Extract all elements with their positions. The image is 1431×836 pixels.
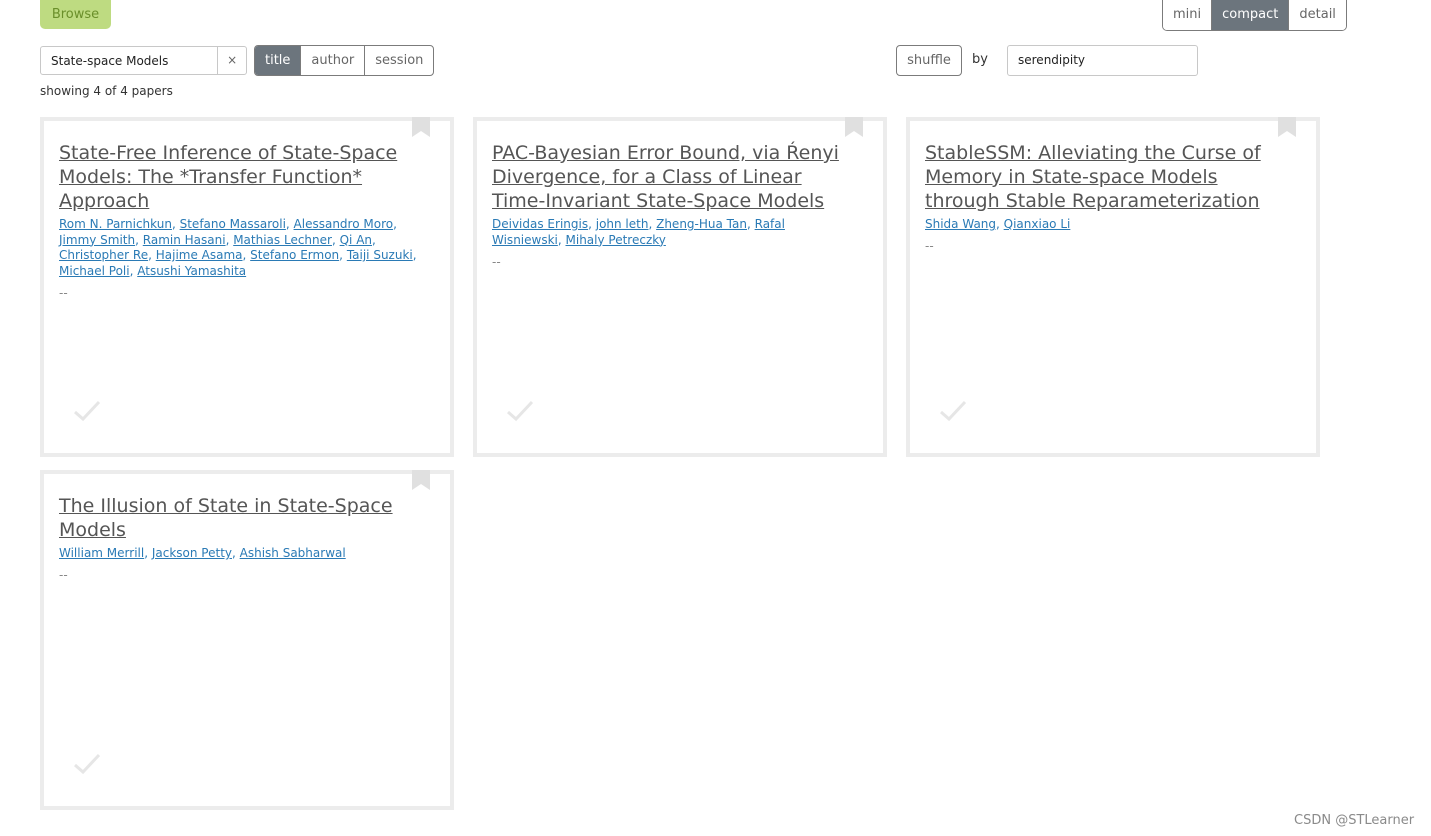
paper-title[interactable]: PAC-Bayesian Error Bound, via Ŕenyi Div… [492, 141, 852, 213]
author-link[interactable]: Shida Wang [925, 217, 996, 231]
paper-title[interactable]: State-Free Inference of State-Space Mode… [59, 141, 404, 213]
paper-title[interactable]: StableSSM: Alleviating the Curse of Memo… [925, 141, 1293, 213]
bookmark-icon[interactable] [845, 117, 863, 137]
paper-authors: Deividas Eringis, john leth, Zheng-Hua T… [492, 217, 785, 247]
author-link[interactable]: Rom N. Parnichkun [59, 217, 172, 231]
search-field-toggle: title author session [254, 45, 435, 76]
paper-authors: William Merrill, Jackson Petty, Ashish S… [59, 546, 346, 560]
paper-card: StableSSM: Alleviating the Curse of Memo… [906, 117, 1320, 457]
author-link[interactable]: john leth [596, 217, 649, 231]
browse-button[interactable]: Browse [40, 0, 111, 29]
field-session-button[interactable]: session [364, 46, 433, 75]
author-link[interactable]: Ashish Sabharwal [240, 546, 346, 560]
paper-card: State-Free Inference of State-Space Mode… [40, 117, 454, 457]
paper-title[interactable]: The Illusion of State in State-Space Mod… [59, 494, 404, 542]
view-mini-button[interactable]: mini [1163, 0, 1212, 30]
clear-search-button[interactable]: × [217, 47, 246, 74]
check-icon[interactable] [505, 399, 535, 423]
author-link[interactable]: Christopher Re [59, 248, 148, 262]
view-compact-button[interactable]: compact [1211, 0, 1289, 30]
author-link[interactable]: Qi An [340, 233, 372, 247]
author-link[interactable]: Hajime Asama [156, 248, 243, 262]
paper-note: -- [492, 255, 501, 269]
check-icon[interactable] [72, 752, 102, 776]
author-link[interactable]: Stefano Ermon [250, 248, 339, 262]
search-box: × [40, 46, 247, 75]
view-detail-button[interactable]: detail [1288, 0, 1346, 30]
author-link[interactable]: Stefano Massaroli [180, 217, 286, 231]
paper-note: -- [925, 239, 934, 253]
paper-card: The Illusion of State in State-Space Mod… [40, 470, 454, 810]
author-link[interactable]: Mihaly Petreczky [566, 233, 666, 247]
bookmark-icon[interactable] [412, 117, 430, 137]
bookmark-icon[interactable] [1278, 117, 1296, 137]
paper-authors: Shida Wang, Qianxiao Li [925, 217, 1071, 231]
field-title-button[interactable]: title [255, 46, 301, 75]
author-link[interactable]: Atsushi Yamashita [137, 264, 246, 278]
watermark: CSDN @STLearner [1294, 813, 1415, 828]
author-link[interactable]: Mathias Lechner [233, 233, 332, 247]
author-link[interactable]: Deividas Eringis [492, 217, 588, 231]
paper-note: -- [59, 286, 68, 300]
search-input[interactable] [41, 47, 218, 74]
paper-card: PAC-Bayesian Error Bound, via Ŕenyi Div… [473, 117, 887, 457]
bookmark-icon[interactable] [412, 470, 430, 490]
author-link[interactable]: William Merrill [59, 546, 144, 560]
sort-by-label: by [972, 52, 988, 67]
paper-authors: Rom N. Parnichkun, Stefano Massaroli, Al… [59, 217, 417, 278]
author-link[interactable]: Alessandro Moro [294, 217, 394, 231]
sort-select[interactable]: serendipity [1007, 45, 1198, 76]
check-icon[interactable] [938, 399, 968, 423]
author-link[interactable]: Jimmy Smith [59, 233, 135, 247]
author-link[interactable]: Qianxiao Li [1004, 217, 1071, 231]
shuffle-button[interactable]: shuffle [896, 45, 962, 76]
author-link[interactable]: Taiji Suzuki [347, 248, 413, 262]
author-link[interactable]: Ramin Hasani [143, 233, 226, 247]
author-link[interactable]: Zheng-Hua Tan [656, 217, 747, 231]
author-link[interactable]: Michael Poli [59, 264, 130, 278]
paper-note: -- [59, 568, 68, 582]
field-author-button[interactable]: author [300, 46, 364, 75]
check-icon[interactable] [72, 399, 102, 423]
author-link[interactable]: Jackson Petty [152, 546, 232, 560]
result-count: showing 4 of 4 papers [40, 84, 173, 98]
view-mode-toggle: mini compact detail [1162, 0, 1347, 31]
